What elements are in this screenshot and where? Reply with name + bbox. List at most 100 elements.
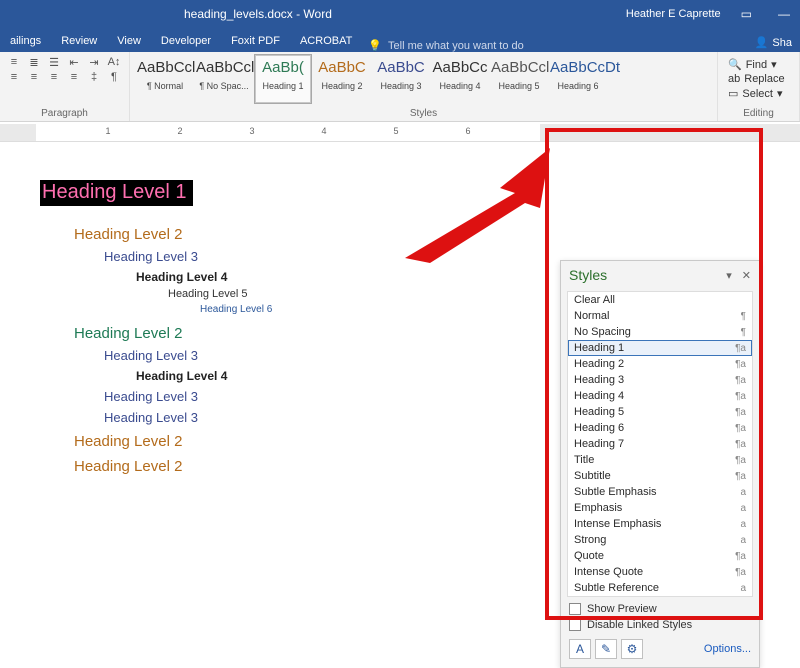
- page[interactable]: Heading Level 1 Heading Level 2 Heading …: [0, 142, 540, 481]
- styles-pane: Styles ▾ ✕ Clear AllNormal¶No Spacing¶He…: [560, 260, 760, 668]
- title-bar: heading_levels.docx - Word Heather E Cap…: [0, 0, 800, 28]
- group-styles: AaBbCcl¶ NormalAaBbCcl¶ No Spac...AaBb(H…: [130, 52, 718, 121]
- style-row-normal[interactable]: Normal¶: [568, 308, 752, 324]
- indent-inc-icon[interactable]: ⇥: [86, 56, 102, 69]
- align-center-icon[interactable]: ≡: [26, 71, 42, 83]
- align-left-icon[interactable]: ≡: [6, 71, 22, 83]
- close-icon[interactable]: ✕: [742, 269, 751, 282]
- tab-review[interactable]: Review: [51, 31, 107, 52]
- select-button[interactable]: ▭ Select ▾: [728, 87, 785, 100]
- numbering-icon[interactable]: ≣: [26, 56, 42, 69]
- sort-icon[interactable]: A↕: [106, 56, 122, 69]
- style-tile--no-spac-[interactable]: AaBbCcl¶ No Spac...: [195, 54, 253, 104]
- tab-foxit-pdf[interactable]: Foxit PDF: [221, 31, 290, 52]
- tab-developer[interactable]: Developer: [151, 31, 221, 52]
- text-heading-1[interactable]: Heading Level 1: [40, 180, 193, 206]
- style-tile-heading-4[interactable]: AaBbCcHeading 4: [431, 54, 489, 104]
- style-row-intense-quote[interactable]: Intense Quote¶a: [568, 564, 752, 580]
- paragraph-label: Paragraph: [6, 108, 123, 121]
- text-heading-4[interactable]: Heading Level 4: [136, 270, 540, 284]
- ribbon-display-icon[interactable]: ▭: [735, 7, 758, 21]
- text-heading-2[interactable]: Heading Level 2: [74, 433, 540, 450]
- text-heading-3[interactable]: Heading Level 3: [104, 389, 540, 404]
- find-button[interactable]: 🔍Find ▾: [728, 58, 785, 71]
- show-preview-checkbox[interactable]: Show Preview: [561, 601, 759, 617]
- justify-icon[interactable]: ≡: [66, 71, 82, 83]
- style-tile-heading-5[interactable]: AaBbCclHeading 5: [490, 54, 548, 104]
- indent-dec-icon[interactable]: ⇤: [66, 56, 82, 69]
- style-inspector-button[interactable]: ✎: [595, 639, 617, 659]
- chevron-down-icon: ▾: [777, 87, 783, 100]
- ribbon: ≡ ≣ ☰ ⇤ ⇥ A↕ ≡ ≡ ≡ ≡ ‡ ¶ Paragraph AaBbC…: [0, 52, 800, 122]
- bullets-icon[interactable]: ≡: [6, 56, 22, 69]
- style-row-heading-4[interactable]: Heading 4¶a: [568, 388, 752, 404]
- style-tile-heading-2[interactable]: AaBbCHeading 2: [313, 54, 371, 104]
- styles-label: Styles: [136, 108, 711, 121]
- replace-button[interactable]: ab Replace: [728, 73, 785, 85]
- align-right-icon[interactable]: ≡: [46, 71, 62, 83]
- share-label: Sha: [772, 37, 792, 49]
- tab-acrobat[interactable]: ACROBAT: [290, 31, 362, 52]
- select-label: Select: [742, 88, 773, 100]
- options-link[interactable]: Options...: [704, 643, 751, 655]
- style-tile-heading-1[interactable]: AaBb(Heading 1: [254, 54, 312, 104]
- style-row-quote[interactable]: Quote¶a: [568, 548, 752, 564]
- text-heading-3[interactable]: Heading Level 3: [104, 410, 540, 425]
- style-row-subtle-reference[interactable]: Subtle Referencea: [568, 580, 752, 596]
- style-tile--normal[interactable]: AaBbCcl¶ Normal: [136, 54, 194, 104]
- editing-label: Editing: [724, 108, 793, 121]
- text-heading-4[interactable]: Heading Level 4: [136, 369, 540, 383]
- style-tile-heading-3[interactable]: AaBbCHeading 3: [372, 54, 430, 104]
- style-row-heading-1[interactable]: Heading 1¶a: [568, 340, 752, 356]
- text-heading-6[interactable]: Heading Level 6: [200, 304, 540, 315]
- user-name: Heather E Caprette: [626, 8, 721, 20]
- style-gallery[interactable]: AaBbCcl¶ NormalAaBbCcl¶ No Spac...AaBb(H…: [136, 54, 608, 104]
- disable-linked-checkbox[interactable]: Disable Linked Styles: [561, 617, 759, 633]
- style-tile-heading-6[interactable]: AaBbCcDtHeading 6: [549, 54, 607, 104]
- manage-styles-button[interactable]: ⚙: [621, 639, 643, 659]
- pane-menu-icon[interactable]: ▾: [726, 269, 732, 282]
- share-button[interactable]: 👤 Sha: [747, 33, 800, 52]
- style-row-heading-3[interactable]: Heading 3¶a: [568, 372, 752, 388]
- tab-view[interactable]: View: [107, 31, 151, 52]
- style-row-title[interactable]: Title¶a: [568, 452, 752, 468]
- tell-me-search[interactable]: 💡 Tell me what you want to do: [362, 39, 523, 52]
- tab-mailings[interactable]: ailings: [0, 31, 51, 52]
- style-row-emphasis[interactable]: Emphasisa: [568, 500, 752, 516]
- lightbulb-icon: 💡: [368, 39, 382, 52]
- text-heading-3[interactable]: Heading Level 3: [104, 249, 540, 264]
- spacing-icon[interactable]: ‡: [86, 71, 102, 83]
- style-row-heading-7[interactable]: Heading 7¶a: [568, 436, 752, 452]
- style-row-clear-all[interactable]: Clear All: [568, 292, 752, 308]
- style-row-strong[interactable]: Stronga: [568, 532, 752, 548]
- replace-icon: ab: [728, 73, 740, 85]
- multilevel-icon[interactable]: ☰: [46, 56, 62, 69]
- styles-pane-title: Styles: [569, 267, 607, 283]
- text-heading-5[interactable]: Heading Level 5: [168, 288, 540, 300]
- style-row-subtitle[interactable]: Subtitle¶a: [568, 468, 752, 484]
- text-heading-2[interactable]: Heading Level 2: [74, 325, 540, 342]
- minimize-icon[interactable]: —: [772, 7, 796, 21]
- horizontal-ruler[interactable]: 123456: [0, 124, 800, 142]
- select-icon: ▭: [728, 87, 738, 100]
- style-row-intense-emphasis[interactable]: Intense Emphasisa: [568, 516, 752, 532]
- style-row-heading-2[interactable]: Heading 2¶a: [568, 356, 752, 372]
- pilcrow-icon[interactable]: ¶: [106, 71, 122, 83]
- checkbox-icon: [569, 619, 581, 631]
- style-row-no-spacing[interactable]: No Spacing¶: [568, 324, 752, 340]
- find-label: Find: [746, 59, 767, 71]
- text-heading-2[interactable]: Heading Level 2: [74, 458, 540, 475]
- group-paragraph: ≡ ≣ ☰ ⇤ ⇥ A↕ ≡ ≡ ≡ ≡ ‡ ¶ Paragraph: [0, 52, 130, 121]
- styles-list[interactable]: Clear AllNormal¶No Spacing¶Heading 1¶aHe…: [567, 291, 753, 597]
- style-row-subtle-emphasis[interactable]: Subtle Emphasisa: [568, 484, 752, 500]
- group-editing: 🔍Find ▾ ab Replace ▭ Select ▾ Editing: [718, 52, 800, 121]
- document-title: heading_levels.docx - Word: [4, 7, 626, 21]
- text-heading-2[interactable]: Heading Level 2: [74, 226, 540, 243]
- text-heading-3[interactable]: Heading Level 3: [104, 348, 540, 363]
- replace-label: Replace: [744, 73, 784, 85]
- new-style-button[interactable]: A: [569, 639, 591, 659]
- document-area[interactable]: Heading Level 1 Heading Level 2 Heading …: [0, 142, 800, 642]
- style-row-heading-5[interactable]: Heading 5¶a: [568, 404, 752, 420]
- style-row-heading-6[interactable]: Heading 6¶a: [568, 420, 752, 436]
- paragraph-icons[interactable]: ≡ ≣ ☰ ⇤ ⇥ A↕ ≡ ≡ ≡ ≡ ‡ ¶: [6, 54, 122, 83]
